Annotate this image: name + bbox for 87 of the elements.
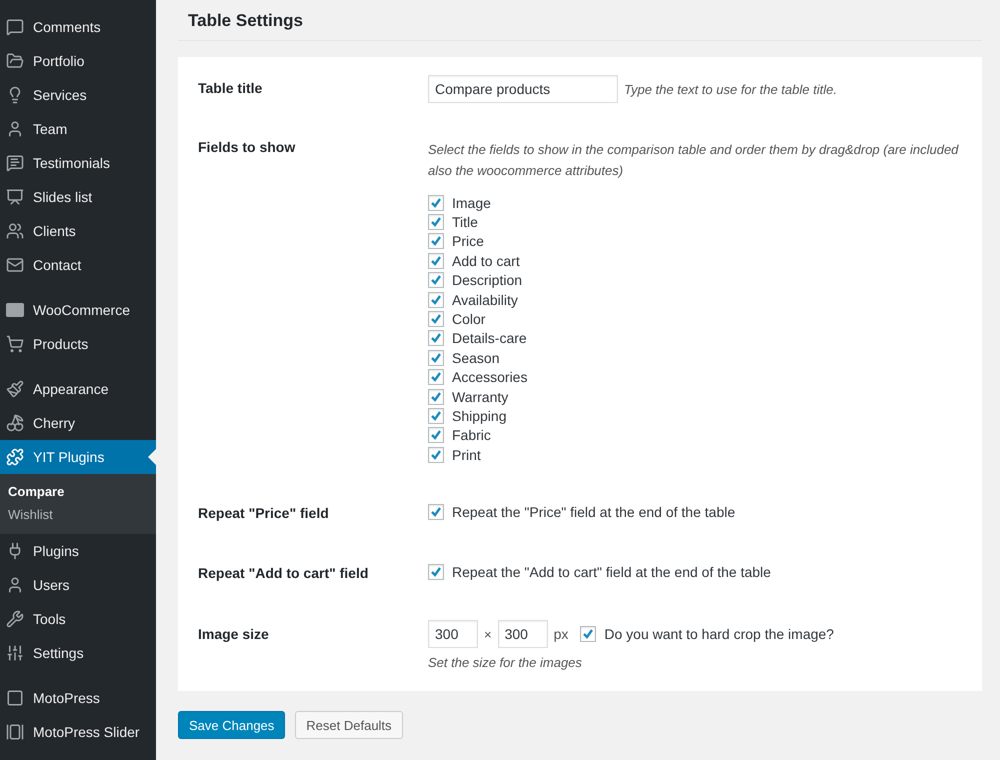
person-icon [6, 576, 24, 594]
checkbox-option[interactable]: Do you want to hard crop the image? [580, 620, 834, 648]
brush-icon [6, 380, 24, 398]
submenu-item[interactable]: Compare [0, 480, 156, 503]
cart-icon [6, 335, 24, 353]
current-notch-icon [148, 449, 156, 465]
sidebar-item[interactable]: YIT Plugins [0, 440, 156, 474]
save-button[interactable]: Save Changes [178, 711, 286, 740]
cherry-icon [6, 414, 24, 432]
sidebar-item[interactable]: Comments [0, 10, 156, 44]
checkbox[interactable] [428, 427, 444, 444]
checkbox-option[interactable]: Price [428, 232, 962, 252]
checkbox-option[interactable]: Fabric [428, 426, 962, 446]
sidebar-item[interactable]: WooCommerce [0, 293, 156, 327]
checkbox-option[interactable]: Details-care [428, 328, 962, 348]
sidebar-item[interactable]: Slides list [0, 180, 156, 214]
folder-icon [6, 52, 24, 70]
checkbox[interactable] [580, 626, 596, 642]
checkbox[interactable] [428, 446, 444, 463]
checkbox[interactable] [428, 292, 444, 308]
checkbox[interactable] [428, 252, 444, 269]
checkbox[interactable] [428, 194, 444, 211]
sidebar-item[interactable]: Testimonials [0, 146, 156, 180]
checkbox[interactable] [428, 233, 444, 250]
field-description: Set the size for the images [428, 654, 583, 672]
sidebar-item[interactable]: Clients [0, 214, 156, 248]
sidebar-item[interactable]: MotoPress Slider [0, 715, 156, 749]
sidebar-item[interactable]: Contact [0, 248, 156, 282]
person-icon [6, 120, 24, 138]
times-sign: × [484, 626, 492, 642]
setting-label: Repeat "Add to cart" field [198, 564, 370, 582]
sidebar-item[interactable]: Portfolio [0, 44, 156, 78]
checkbox-option[interactable]: Print [428, 445, 962, 464]
sidebar-item[interactable]: Tools [0, 602, 156, 636]
checkbox[interactable] [428, 388, 444, 405]
checkbox[interactable] [428, 311, 444, 328]
field-description: Select the fields to show in the comparison table and order them by drag&drop (are included also the woocommerce attributes) [428, 141, 960, 180]
checkbox[interactable] [428, 214, 444, 230]
checkbox[interactable] [428, 369, 444, 386]
envelope-icon [6, 256, 24, 274]
checkbox-option[interactable]: Accessories [428, 368, 962, 387]
checkbox-option[interactable]: Repeat the "Price" field at the end of the table [428, 503, 962, 522]
sidebar-item[interactable]: Cherry [0, 406, 156, 440]
checkbox-option[interactable]: Description [428, 270, 962, 290]
sliders-icon [6, 644, 24, 662]
checkbox[interactable] [428, 504, 444, 520]
checkbox[interactable] [428, 350, 444, 366]
field-description: Type the text to use for the table title. [624, 80, 837, 99]
checkbox-option[interactable]: Color [428, 309, 962, 329]
checkbox[interactable] [428, 408, 444, 424]
setting-label: Repeat "Price" field [198, 504, 330, 522]
sidebar-item[interactable]: Services [0, 78, 156, 112]
input-field[interactable]: Compare products [428, 75, 618, 103]
checkbox-option[interactable]: Warranty [428, 386, 962, 406]
checkbox-option[interactable]: Repeat the "Add to cart" field at the end of the table [428, 563, 962, 582]
height-input[interactable]: 300 [498, 620, 548, 648]
sidebar-item[interactable]: Appearance [0, 372, 156, 406]
setting-label: Fields to show [198, 139, 296, 157]
sidebar-item[interactable]: Settings [0, 636, 156, 670]
screen-icon [6, 188, 24, 206]
checkbox-option[interactable]: Title [428, 212, 962, 232]
sidebar-item[interactable]: Team [0, 112, 156, 146]
sidebar-item[interactable]: Products [0, 327, 156, 361]
checkbox-option[interactable]: Availability [428, 290, 962, 310]
wrench-icon [6, 610, 24, 628]
sidebar-item[interactable]: MotoPress [0, 681, 156, 715]
checkbox-option[interactable]: Add to cart [428, 251, 962, 271]
checkbox-option[interactable]: Season [428, 348, 962, 368]
checkbox[interactable] [428, 272, 444, 288]
speech-bubble-icon [6, 154, 24, 172]
checkbox-option[interactable]: Image [428, 193, 962, 212]
sidebar-item[interactable]: Plugins [0, 534, 156, 568]
width-input[interactable]: 300 [428, 620, 478, 648]
unit-label: px [554, 626, 568, 642]
checkbox[interactable] [428, 564, 444, 580]
reset-button[interactable]: Reset Defaults [295, 711, 403, 740]
page-title: Table Settings [178, 0, 982, 41]
submenu-item[interactable]: Wishlist [0, 503, 156, 526]
frame-icon [6, 689, 24, 707]
people-icon [6, 222, 24, 240]
checkbox[interactable] [428, 330, 444, 346]
slider-icon [6, 723, 24, 741]
setting-label: Image size [198, 625, 270, 644]
checkbox-option[interactable]: Shipping [428, 406, 962, 426]
comment-icon [6, 18, 24, 36]
setting-label: Table title [198, 79, 264, 98]
sidebar-item[interactable]: Users [0, 568, 156, 602]
